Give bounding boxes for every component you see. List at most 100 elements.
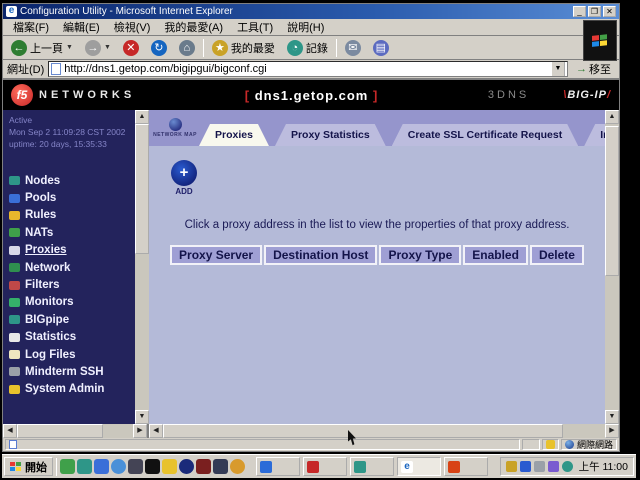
quick-launch-icon-5[interactable] [128,459,143,474]
print-button[interactable]: ▤ [369,38,393,58]
menu-help[interactable]: 說明(H) [281,18,330,36]
sidebar-item-proxies[interactable]: Proxies [9,242,135,259]
bigpipe-icon [9,315,20,324]
refresh-button[interactable]: ↻ [147,38,171,58]
proxy-table-header-row: Proxy Server Destination Host Proxy Type… [149,245,605,265]
app-icon [307,461,319,473]
menu-tools[interactable]: 工具(T) [231,18,279,36]
sidebar-item-network[interactable]: Network [9,259,135,276]
scroll-down-icon[interactable]: ▼ [135,410,149,424]
scroll-down-icon[interactable]: ▼ [605,410,619,424]
favorites-button[interactable]: ★ 我的最愛 [208,38,279,58]
close-button[interactable]: ✕ [603,6,616,17]
scroll-thumb[interactable] [163,424,563,438]
home-button[interactable]: ⌂ [175,38,199,58]
menu-file[interactable]: 檔案(F) [7,18,55,36]
scroll-thumb[interactable] [135,124,149,254]
scroll-left-icon[interactable]: ◀ [149,424,163,438]
tab-create-ssl-certificate-request[interactable]: Create SSL Certificate Request [392,124,578,146]
go-button[interactable]: → 移至 [572,60,615,78]
task-button-2[interactable] [303,457,347,476]
sidebar-nav: Nodes Pools Rules NATs Proxies Network F… [9,172,135,398]
quick-launch-icon-4[interactable] [111,459,126,474]
menu-favorites[interactable]: 我的最愛(A) [158,18,229,36]
filters-icon [9,281,20,290]
address-field[interactable]: ▼ [48,61,568,77]
stop-button[interactable]: ✕ [119,38,143,58]
tab-proxy-statistics[interactable]: Proxy Statistics [275,124,386,146]
sidebar-horizontal-scrollbar[interactable]: ◀ ▶ [3,424,149,438]
main-horizontal-scrollbar[interactable]: ◀ ▶ [149,424,619,438]
system-uptime: uptime: 20 days, 15:35:33 [9,138,135,150]
forward-dropdown-icon[interactable]: ▼ [104,44,111,51]
sidebar-item-log-files[interactable]: Log Files [9,346,135,363]
back-button[interactable]: ← 上一頁 ▼ [7,38,77,58]
quick-launch-icon-7[interactable] [162,459,177,474]
menu-view[interactable]: 檢視(V) [108,18,157,36]
scroll-right-icon[interactable]: ▶ [133,424,147,438]
quick-launch-icon-11[interactable] [230,459,245,474]
tab-install-ssl-certificate[interactable]: Install SSL Certif [584,124,605,146]
column-proxy-server: Proxy Server [170,245,262,265]
system-admin-icon [9,385,20,394]
main-vertical-scrollbar[interactable]: ▲ ▼ [605,110,619,424]
stop-icon: ✕ [123,40,139,56]
f5-logo: f5 [11,84,33,106]
sidebar-item-filters[interactable]: Filters [9,276,135,293]
input-method-icon[interactable] [520,461,531,472]
sidebar-item-nodes[interactable]: Nodes [9,172,135,189]
tab-proxies[interactable]: Proxies [199,124,269,146]
task-buttons: e [256,457,488,476]
mail-button[interactable]: ✉ [341,38,365,58]
volume-icon[interactable] [506,461,517,472]
network-map-button[interactable]: NETWORK MAP [151,110,199,146]
address-dropdown-icon[interactable]: ▼ [551,61,565,77]
taskbar-clock[interactable]: 上午 11:00 [576,459,628,474]
display-icon[interactable] [534,461,545,472]
add-icon[interactable]: + [171,160,197,186]
toolbar: ← 上一頁 ▼ → ▼ ✕ ↻ ⌂ ★ 我的最愛 ◔ [3,36,619,60]
quick-launch-icon-6[interactable] [145,459,160,474]
network-status-icon[interactable] [562,461,573,472]
history-button[interactable]: ◔ 記錄 [283,38,332,58]
quick-launch-icon-2[interactable] [77,459,92,474]
forward-button[interactable]: → ▼ [81,38,115,58]
scroll-thumb[interactable] [17,424,103,438]
scroll-thumb[interactable] [605,126,619,276]
tray-app-icon[interactable] [548,461,559,472]
quick-launch-icon-9[interactable] [196,459,211,474]
back-dropdown-icon[interactable]: ▼ [66,44,73,51]
quick-launch-icon-8[interactable] [179,459,194,474]
sidebar-item-monitors[interactable]: Monitors [9,294,135,311]
task-button-4-active[interactable]: e [397,457,441,476]
url-input[interactable] [64,63,548,75]
sidebar-item-bigpipe[interactable]: BIGpipe [9,311,135,328]
start-button[interactable]: 開始 [4,457,53,476]
minimize-button[interactable]: _ [573,6,586,17]
log-files-icon [9,350,20,359]
quick-launch-icon-1[interactable] [60,459,75,474]
scroll-right-icon[interactable]: ▶ [605,424,619,438]
task-button-1[interactable] [256,457,300,476]
menu-edit[interactable]: 編輯(E) [57,18,106,36]
sidebar-item-statistics[interactable]: Statistics [9,329,135,346]
f5-networks-label: NETWORKS [39,89,135,101]
task-button-5[interactable] [444,457,488,476]
add-proxy-button[interactable]: + ADD [169,160,199,196]
scroll-up-icon[interactable]: ▲ [135,110,149,124]
quick-launch-icon-10[interactable] [213,459,228,474]
rules-icon [9,211,20,220]
sidebar-vertical-scrollbar[interactable]: ▲ ▼ [135,110,149,424]
sidebar-item-mindterm-ssh[interactable]: Mindterm SSH [9,363,135,380]
sidebar-item-pools[interactable]: Pools [9,189,135,206]
sidebar-item-system-admin[interactable]: System Admin [9,381,135,398]
sidebar-item-rules[interactable]: Rules [9,207,135,224]
quick-launch-icon-3[interactable] [94,459,109,474]
product-bigip-label: \BIG-IP/ [563,89,611,101]
scroll-up-icon[interactable]: ▲ [605,110,619,124]
maximize-button[interactable]: ❐ [588,6,601,17]
sidebar-item-nats[interactable]: NATs [9,224,135,241]
task-button-3[interactable] [350,457,394,476]
document-icon [9,440,17,449]
scroll-left-icon[interactable]: ◀ [3,424,17,438]
